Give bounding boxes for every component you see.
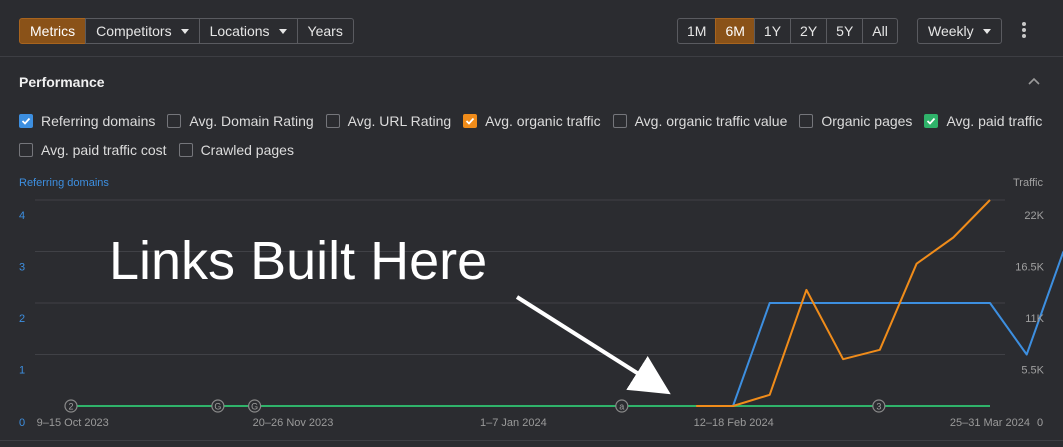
performance-chart: 2 G Ga 3 4 22K 3 16.5K 2 11K 1 5.5K 0 0 9–15 Oct 2023… <box>19 199 1063 429</box>
range-1y[interactable]: 1Y <box>753 18 792 44</box>
range-all[interactable]: All <box>862 18 898 44</box>
metric-toggle-avg-organic-traffic[interactable]: Avg. organic traffic <box>463 113 601 129</box>
range-label: 1Y <box>763 23 782 39</box>
right-tick-label: 5.5K <box>1021 365 1044 377</box>
metric-toggle-label: Avg. URL Rating <box>347 113 452 129</box>
range-label: 5Y <box>836 23 854 39</box>
metric-toggles-row-1: Referring domains Avg. Domain Rating Avg. … <box>19 111 1042 131</box>
metric-toggle-avg-paid-traffic[interactable]: Avg. paid traffic <box>924 113 1042 129</box>
tab-metrics[interactable]: Metrics <box>19 18 87 44</box>
checkbox-icon <box>924 114 939 128</box>
metric-toggle-label: Avg. organic traffic <box>485 113 601 129</box>
left-axis-title: Referring domains <box>19 177 109 189</box>
event-marker[interactable]: 2 <box>64 399 78 413</box>
right-tick-label: 0 <box>1037 417 1043 429</box>
checkbox-icon <box>463 114 478 128</box>
metric-toggle-label: Avg. Domain Rating <box>189 113 314 129</box>
event-marker[interactable]: G <box>211 399 225 413</box>
x-tick-label: 25–31 Mar 2024 <box>950 417 1030 429</box>
tab-label: Competitors <box>96 23 172 39</box>
footer-divider <box>0 440 1063 447</box>
interval-group: Weekly <box>917 18 1002 44</box>
event-marker[interactable]: 3 <box>872 399 886 413</box>
range-label: 6M <box>725 23 745 39</box>
more-vertical-icon[interactable] <box>1019 22 1029 40</box>
metric-toggle-referring-domains[interactable]: Referring domains <box>19 113 155 129</box>
event-marker-label: G <box>214 402 221 412</box>
left-tick-label: 4 <box>19 210 25 222</box>
metric-toggle-avg-organic-traffic-value[interactable]: Avg. organic traffic value <box>612 113 788 129</box>
metric-toggle-label: Crawled pages <box>200 142 294 158</box>
event-marker[interactable]: a <box>615 399 629 413</box>
checkbox-icon <box>167 114 182 128</box>
chevron-down-icon <box>180 28 189 34</box>
event-marker-label: G <box>251 402 258 412</box>
metric-toggle-label: Avg. paid traffic cost <box>41 142 167 158</box>
x-tick-label: 12–18 Feb 2024 <box>694 417 774 429</box>
x-tick-label: 9–15 Oct 2023 <box>37 417 109 429</box>
left-tick-label: 2 <box>19 313 25 325</box>
view-tabs: Metrics Competitors Locations Years <box>19 18 354 44</box>
checkbox-icon <box>612 114 627 128</box>
metric-toggle-label: Avg. organic traffic value <box>634 113 788 129</box>
metric-toggle-avg-domain-rating[interactable]: Avg. Domain Rating <box>167 113 314 129</box>
chevron-down-icon <box>278 28 287 34</box>
tab-locations[interactable]: Locations <box>198 18 298 44</box>
left-tick-label: 3 <box>19 262 25 274</box>
series-line-referring-domains <box>732 251 1063 407</box>
annotation-text: Links Built Here <box>109 231 487 291</box>
tab-label: Locations <box>209 23 270 39</box>
metric-toggle-crawled-pages[interactable]: Crawled pages <box>178 142 294 158</box>
metric-toggle-avg-paid-traffic-cost[interactable]: Avg. paid traffic cost <box>19 142 167 158</box>
metric-toggles-row-2: Avg. paid traffic cost Crawled pages <box>19 140 294 160</box>
toolbar: Metrics Competitors Locations Years 1M 6M 1Y 2… <box>0 0 1063 57</box>
annotation-arrow <box>515 295 671 395</box>
metric-toggle-label: Organic pages <box>821 113 913 129</box>
event-marker-label: 3 <box>876 402 881 412</box>
checkbox-icon <box>178 143 193 157</box>
interval-label: Weekly <box>928 23 974 39</box>
section-title: Performance <box>19 74 105 90</box>
checkbox-icon <box>799 114 814 128</box>
x-tick-label: 1–7 Jan 2024 <box>480 417 547 429</box>
range-1m[interactable]: 1M <box>677 18 717 44</box>
tab-competitors[interactable]: Competitors <box>85 18 200 44</box>
tab-years[interactable]: Years <box>296 18 354 44</box>
metric-toggle-avg-url-rating[interactable]: Avg. URL Rating <box>325 113 452 129</box>
right-tick-label: 16.5K <box>1015 262 1044 274</box>
chevron-up-icon[interactable] <box>1027 76 1041 86</box>
range-label: 2Y <box>800 23 818 39</box>
right-axis-title: Traffic <box>1013 177 1043 189</box>
left-tick-label: 0 <box>19 417 25 429</box>
event-marker-label: 2 <box>68 402 73 412</box>
range-6m[interactable]: 6M <box>715 18 755 44</box>
checkbox-icon <box>19 114 33 128</box>
range-5y[interactable]: 5Y <box>826 18 864 44</box>
right-tick-label: 11K <box>1025 313 1044 325</box>
x-tick-label: 20–26 Nov 2023 <box>253 417 334 429</box>
metric-toggle-organic-pages[interactable]: Organic pages <box>799 113 912 129</box>
range-label: All <box>872 23 888 39</box>
chevron-down-icon <box>982 28 991 34</box>
right-tick-label: 22K <box>1024 210 1044 222</box>
event-marker-label: a <box>619 402 624 412</box>
interval-dropdown[interactable]: Weekly <box>917 18 1002 44</box>
left-tick-label: 1 <box>19 365 25 377</box>
checkbox-icon <box>19 143 33 157</box>
range-2y[interactable]: 2Y <box>790 18 828 44</box>
range-label: 1M <box>687 23 707 39</box>
event-marker[interactable]: G <box>248 399 262 413</box>
tab-label: Years <box>307 23 343 39</box>
tab-label: Metrics <box>30 23 76 39</box>
metric-toggle-label: Avg. paid traffic <box>946 113 1043 129</box>
range-tabs: 1M 6M 1Y 2Y 5Y All <box>677 18 898 44</box>
checkbox-icon <box>325 114 340 128</box>
metric-toggle-label: Referring domains <box>41 113 156 129</box>
